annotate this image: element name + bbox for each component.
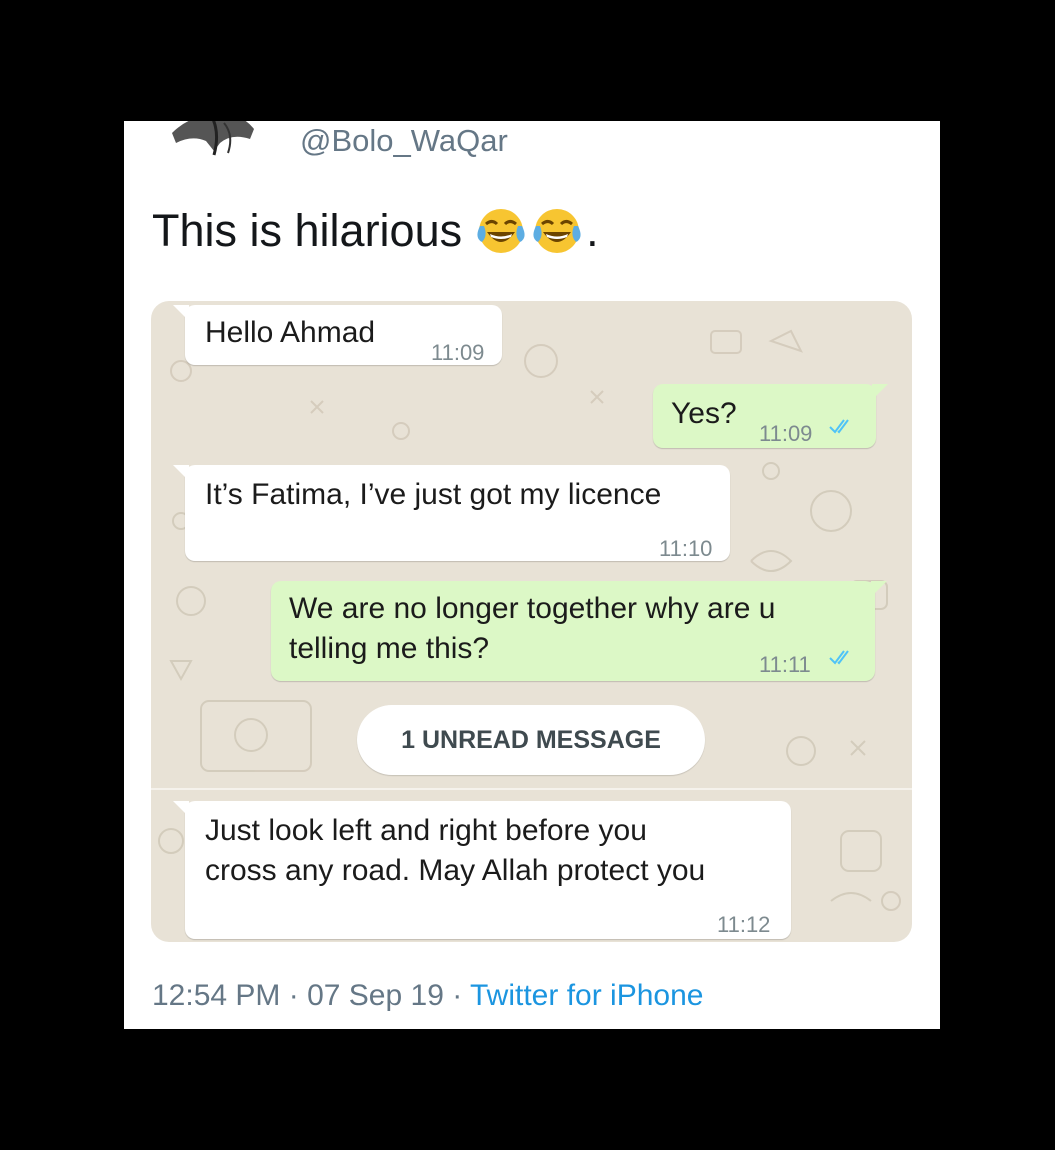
message-bubble-incoming[interactable]: Just look left and right before you cros… <box>173 801 791 939</box>
bubble-tail <box>871 581 887 597</box>
face-with-tears-of-joy-icon <box>477 209 525 253</box>
message-bubble-outgoing[interactable]: We are no longer together why are u tell… <box>271 581 887 681</box>
meta-separator: · <box>280 979 308 1012</box>
meta-separator: · <box>443 979 471 1012</box>
bubble-tail <box>872 384 888 400</box>
message-bubble-outgoing[interactable]: Yes? 11:09 <box>653 384 888 448</box>
message-time: 11:10 <box>659 536 713 561</box>
message-time: 11:09 <box>759 421 813 446</box>
message-bubble-incoming[interactable]: It’s Fatima, I’ve just got my licence 11… <box>173 465 730 561</box>
message-time: 11:09 <box>431 340 485 365</box>
tweet-body: This is hilarious <box>152 205 463 256</box>
bubble-tail <box>173 801 189 817</box>
read-receipt-icon <box>829 650 849 665</box>
message-text-line: cross any road. May Allah protect you <box>205 854 706 887</box>
message-text: It’s Fatima, I’ve just got my licence <box>205 478 662 511</box>
message-text: Hello Ahmad <box>205 316 376 349</box>
message-text-line: telling me this? <box>289 632 490 665</box>
read-receipt-icon <box>829 419 849 434</box>
message-time: 11:11 <box>759 652 811 677</box>
message-time: 11:12 <box>717 912 771 937</box>
user-handle[interactable]: @Bolo_WaQar <box>300 123 508 159</box>
chat-screenshot: Hello Ahmad 11:09 Yes? 11:09 It’s Fatima… <box>151 301 912 942</box>
tweet-date: 07 Sep 19 <box>307 979 444 1012</box>
message-text: Yes? <box>671 397 737 430</box>
tweet-source-link[interactable]: Twitter for iPhone <box>470 979 703 1012</box>
face-with-tears-of-joy-icon <box>533 209 581 253</box>
message-text-line: Just look left and right before you <box>205 814 647 847</box>
unread-divider-bar <box>151 788 912 790</box>
tweet-punctuation: . <box>586 205 599 256</box>
bubble-tail <box>173 465 189 481</box>
message-bubble-incoming[interactable]: Hello Ahmad 11:09 <box>173 305 502 365</box>
tweet-text: This is hilarious . <box>152 205 599 257</box>
bubble-tail <box>173 305 189 321</box>
tweet-time: 12:54 PM <box>152 979 281 1012</box>
tweet-card: @Bolo_WaQar This is hilarious . Hello Ah… <box>124 121 940 1029</box>
message-text-line: We are no longer together why are u <box>289 592 776 625</box>
unread-messages-divider: 1 UNREAD MESSAGE <box>357 705 705 775</box>
tweet-meta: 12:54 PM · 07 Sep 19 · Twitter for iPhon… <box>152 979 703 1013</box>
avatar[interactable] <box>162 121 262 159</box>
